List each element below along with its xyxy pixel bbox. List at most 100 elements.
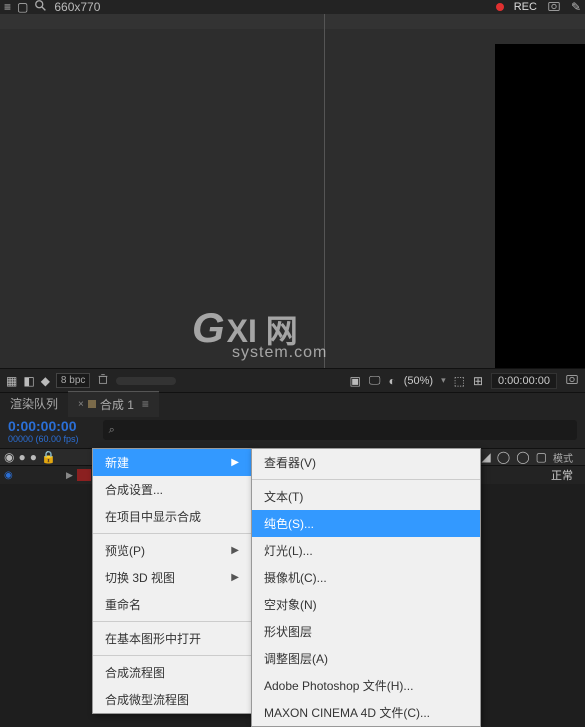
region-icon[interactable]: ⬚ [454, 374, 465, 388]
menu-item-label: 重命名 [105, 596, 141, 613]
menu-item-flowchart[interactable]: 合成流程图 [93, 659, 251, 686]
submenu-item-photoshop[interactable]: Adobe Photoshop 文件(H)... [252, 672, 480, 699]
timeline-timecode-block[interactable]: 0:00:00:00 00000 (60.00 fps) [8, 418, 79, 444]
switch3-icon[interactable]: ▢ [536, 450, 547, 464]
submenu-item-solid[interactable]: 纯色(S)... [252, 510, 480, 537]
viewer-footer-bar: ▦ ◧ ◆ 8 bpc ▣ 🖵 ◐ (50%) ▾ ⬚ ⊞ 0:00:00:00 [0, 368, 585, 392]
menu-item-reveal-comp[interactable]: 在项目中显示合成 [93, 503, 251, 530]
layer-expand-icon[interactable]: ▶ [66, 470, 73, 481]
tab-composition[interactable]: × 合成 1 ≡ [68, 391, 159, 417]
tab-label: 渲染队列 [10, 395, 58, 412]
toggle-chan-icon[interactable]: ◆ [41, 374, 50, 388]
zoom-caret-icon[interactable]: ▾ [441, 375, 446, 386]
menu-item-preview[interactable]: 预览(P) ▶ [93, 537, 251, 564]
submenu-item-label: 调整图层(A) [264, 652, 328, 666]
preview-time[interactable]: 0:00:00:00 [491, 373, 557, 389]
tab-render-queue[interactable]: 渲染队列 [0, 391, 68, 416]
submenu-item-label: 纯色(S)... [264, 517, 314, 531]
menu-item-label: 合成流程图 [105, 664, 165, 681]
eye-column-icon[interactable]: ◉ [4, 450, 14, 464]
timeline-fps: 00000 (60.00 fps) [8, 434, 79, 444]
audio-column-icon[interactable]: ● [18, 450, 25, 464]
context-menu: 新建 ▶ 合成设置... 在项目中显示合成 预览(P) ▶ 切换 3D 视图 ▶… [92, 448, 252, 714]
grid-icon[interactable]: ▣ [350, 374, 361, 388]
submenu-item-camera[interactable]: 摄像机(C)... [252, 564, 480, 591]
menu-item-open-egp[interactable]: 在基本图形中打开 [93, 625, 251, 652]
menu-item-label: 预览(P) [105, 542, 145, 559]
trash-icon[interactable] [96, 372, 110, 389]
submenu-item-label: 文本(T) [264, 490, 303, 504]
menu-item-new[interactable]: 新建 ▶ [93, 449, 251, 476]
search-input[interactable] [115, 424, 571, 436]
menu-item-mini-flowchart[interactable]: 合成微型流程图 [93, 686, 251, 713]
layer-color-swatch[interactable] [77, 469, 91, 481]
tab-menu-icon[interactable]: ≡ [142, 397, 149, 411]
menu-separator [93, 533, 251, 534]
menu-separator [93, 655, 251, 656]
mask-toggle-icon[interactable]: ◐ [388, 374, 395, 388]
menu-item-label: 合成设置... [105, 481, 163, 498]
tab-label: 合成 1 [100, 396, 134, 413]
solo-column-icon[interactable]: ● [30, 450, 37, 464]
menu-item-label: 切换 3D 视图 [105, 569, 175, 586]
submenu-item-label: 形状图层 [264, 625, 312, 639]
window-icon[interactable]: ▢ [17, 0, 28, 14]
submenu-item-null[interactable]: 空对象(N) [252, 591, 480, 618]
submenu-item-text[interactable]: 文本(T) [252, 483, 480, 510]
menu-item-label: 新建 [105, 454, 129, 471]
lock-column-icon[interactable]: 🔒 [41, 450, 56, 464]
submenu-item-label: Adobe Photoshop 文件(H)... [264, 679, 413, 693]
menu-item-label: 在项目中显示合成 [105, 508, 201, 525]
bpc-indicator[interactable]: 8 bpc [56, 373, 90, 388]
menu-item-label: 在基本图形中打开 [105, 630, 201, 647]
menu-item-rename[interactable]: 重命名 [93, 591, 251, 618]
timeline-search[interactable]: ⌕ [103, 420, 577, 440]
mode-column-label: 模式 [553, 450, 573, 465]
watermark-domain: system.com [232, 344, 327, 362]
submenu-item-c4d[interactable]: MAXON CINEMA 4D 文件(C)... [252, 699, 480, 726]
pencil-icon[interactable]: ✎ [571, 0, 581, 14]
menu-item-comp-settings[interactable]: 合成设置... [93, 476, 251, 503]
watermark-g: G [192, 304, 225, 352]
toggle-mask-icon[interactable]: ◧ [23, 374, 34, 388]
switch2-icon[interactable]: ◯ [516, 450, 529, 464]
guides-icon[interactable]: ⊞ [473, 374, 483, 388]
layer-visibility-icon[interactable]: ◉ [4, 470, 18, 481]
timeline-header: 0:00:00:00 00000 (60.00 fps) ⌕ [0, 414, 585, 448]
resolution-display: 660x770 [54, 0, 100, 14]
menu-separator [93, 621, 251, 622]
submenu-item-shape[interactable]: 形状图层 [252, 618, 480, 645]
composition-viewer[interactable]: GXI 网 system.com [0, 14, 585, 368]
shy-icon[interactable]: ◢ [482, 450, 491, 464]
record-indicator-icon [496, 3, 504, 11]
switch1-icon[interactable]: ◯ [497, 450, 510, 464]
submenu-item-label: 查看器(V) [264, 456, 316, 470]
submenu-arrow-icon: ▶ [231, 457, 239, 468]
submenu-item-label: MAXON CINEMA 4D 文件(C)... [264, 706, 430, 720]
submenu-item-label: 空对象(N) [264, 598, 317, 612]
menu-icon[interactable]: ≡ [4, 0, 11, 14]
submenu-item-label: 摄像机(C)... [264, 571, 327, 585]
tab-close-icon[interactable]: × [78, 399, 84, 410]
snapshot-icon[interactable] [565, 372, 579, 389]
menu-item-label: 合成微型流程图 [105, 691, 189, 708]
exposure-slider[interactable] [116, 377, 176, 385]
timeline-timecode: 0:00:00:00 [8, 418, 77, 434]
menu-separator [252, 479, 480, 480]
record-label: REC [514, 1, 537, 13]
submenu-item-light[interactable]: 灯光(L)... [252, 537, 480, 564]
zoom-level[interactable]: (50%) [404, 375, 433, 387]
submenu-new: 查看器(V) 文本(T) 纯色(S)... 灯光(L)... 摄像机(C)...… [251, 448, 481, 727]
top-toolbar: ≡ ▢ 660x770 REC ✎ [0, 0, 585, 14]
submenu-item-label: 灯光(L)... [264, 544, 313, 558]
monitor-icon[interactable]: 🖵 [369, 373, 381, 388]
submenu-arrow-icon: ▶ [231, 545, 239, 556]
tab-color-icon [88, 400, 96, 408]
watermark: GXI 网 system.com [192, 304, 327, 362]
viewer-black-region [495, 44, 585, 368]
submenu-item-viewer[interactable]: 查看器(V) [252, 449, 480, 476]
toggle-alpha-icon[interactable]: ▦ [6, 374, 17, 388]
submenu-item-adjustment[interactable]: 调整图层(A) [252, 645, 480, 672]
layer-mode[interactable]: 正常 [551, 467, 573, 483]
menu-item-switch-3d[interactable]: 切换 3D 视图 ▶ [93, 564, 251, 591]
